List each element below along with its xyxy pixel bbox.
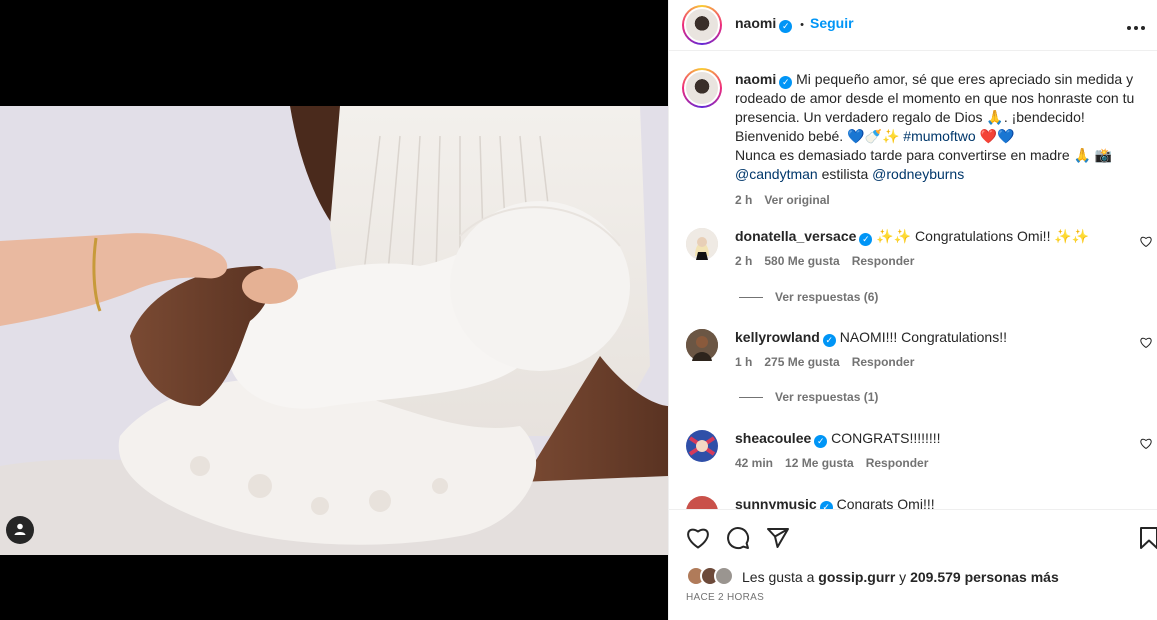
view-replies-1[interactable]: Ver respuestas (6) xyxy=(739,290,890,304)
comment-time: 42 min xyxy=(735,456,774,470)
comment-icon[interactable] xyxy=(724,524,752,552)
comment-likes[interactable]: 580 Me gusta xyxy=(764,254,839,268)
verified-badge-icon: ✓ xyxy=(779,20,793,33)
send-icon[interactable] xyxy=(764,524,792,552)
comment-text: NAOMI!!! Congratulations!! xyxy=(839,329,1007,345)
comment-avatar[interactable] xyxy=(686,228,718,260)
sparkles-emoji: ✨✨ xyxy=(876,228,912,244)
comment-item: sheacoulee ✓ CONGRATS!!!!!!!! 42 min 12 Me… xyxy=(735,430,1135,470)
post-actions: Les gusta a gossip.gurr y 209.579 person… xyxy=(669,509,1157,620)
likes-prefix: Les gusta a xyxy=(742,569,819,585)
verified-badge-icon: ✓ xyxy=(822,334,836,347)
replies-line xyxy=(739,297,763,299)
post-photo[interactable] xyxy=(0,106,668,555)
caption-text-2: . ¡bendecido! xyxy=(1003,109,1085,125)
verified-badge-icon: ✓ xyxy=(779,76,793,89)
comment-username[interactable]: kellyrowland xyxy=(735,329,820,345)
comment-text: Congrats Omi!!! xyxy=(836,496,935,509)
comment-likes[interactable]: 275 Me gusta xyxy=(764,355,839,369)
emoji-row: 💙🍼✨ xyxy=(847,128,900,144)
post-side-panel: naomi ✓ • Seguir naomi ✓ Mi pequeño amor, s… xyxy=(668,0,1157,620)
caption-time: 2 h xyxy=(735,193,753,207)
comment-text: Congratulations Omi!! xyxy=(911,228,1055,244)
verified-badge-icon: ✓ xyxy=(814,435,828,448)
separator-dot: • xyxy=(800,19,804,31)
likes-user[interactable]: gossip.gurr xyxy=(818,569,895,585)
comments-scroll[interactable]: naomi ✓ Mi pequeño amor, sé que eres apre… xyxy=(669,52,1157,509)
caption-avatar[interactable] xyxy=(682,68,722,108)
caption-username[interactable]: naomi xyxy=(735,71,776,87)
sparkles-emoji: ✨✨ xyxy=(1054,228,1090,244)
comment-text: CONGRATS!!!!!!!! xyxy=(831,430,941,446)
mention-link-1[interactable]: @candytman xyxy=(735,166,818,182)
post-media xyxy=(0,0,668,620)
verified-badge-icon: ✓ xyxy=(819,501,833,509)
view-replies-2[interactable]: Ver respuestas (1) xyxy=(739,390,890,404)
comment-item: kellyrowland ✓ NAOMI!!! Congratulations!!… xyxy=(735,329,1135,369)
user-tag-icon xyxy=(13,522,27,539)
replies-line xyxy=(739,397,763,399)
comment-item: donatella_versace ✓ ✨✨ Congratulations Om… xyxy=(735,228,1135,268)
reply-button[interactable]: Responder xyxy=(852,355,915,369)
post-header: naomi ✓ • Seguir xyxy=(669,0,1157,51)
author-avatar[interactable] xyxy=(682,5,722,45)
header-author: naomi ✓ • Seguir xyxy=(735,15,854,33)
view-replies-label[interactable]: Ver respuestas (6) xyxy=(775,290,878,304)
comment-meta: 42 min 12 Me gusta Responder xyxy=(735,456,1135,470)
caption-meta: 2 h Ver original xyxy=(735,191,1135,210)
comment-like-icon[interactable] xyxy=(1140,438,1152,452)
mention-link-2[interactable]: @rodneyburns xyxy=(872,166,964,182)
comment-meta: 1 h 275 Me gusta Responder xyxy=(735,355,1135,369)
more-horizontal-icon[interactable] xyxy=(1126,14,1146,37)
hearts-emoji: ❤️💙 xyxy=(979,128,1015,144)
likes-summary: Les gusta a gossip.gurr y 209.579 person… xyxy=(742,569,1059,585)
posted-time[interactable]: HACE 2 HORAS xyxy=(686,592,764,603)
comment-username[interactable]: sunnymusic xyxy=(735,496,817,509)
comment-like-icon[interactable] xyxy=(1140,337,1152,351)
caption-text-3: Bienvenido bebé. xyxy=(735,128,848,144)
caption: naomi ✓ Mi pequeño amor, sé que eres apre… xyxy=(735,70,1135,210)
bookmark-icon[interactable] xyxy=(1135,524,1157,552)
comment-avatar[interactable] xyxy=(686,329,718,361)
caption-text-4: Nunca es demasiado tarde para convertirs… xyxy=(735,147,1074,163)
liker-avatar[interactable] xyxy=(714,566,734,586)
author-username[interactable]: naomi xyxy=(735,15,776,31)
likes-count[interactable]: 209.579 personas más xyxy=(910,569,1059,585)
pray-emoji: 🙏 xyxy=(986,109,1004,125)
view-replies-label[interactable]: Ver respuestas (1) xyxy=(775,390,878,404)
follow-button[interactable]: Seguir xyxy=(810,15,854,31)
comment-like-icon[interactable] xyxy=(1140,236,1152,250)
comment-item: sunnymusic ✓ Congrats Omi!!! xyxy=(735,496,1135,509)
comment-avatar[interactable] xyxy=(686,496,718,509)
see-original-link[interactable]: Ver original xyxy=(764,193,829,207)
reply-button[interactable]: Responder xyxy=(866,456,929,470)
comment-meta: 2 h 580 Me gusta Responder xyxy=(735,254,1135,268)
reply-button[interactable]: Responder xyxy=(852,254,915,268)
likes-mid: y xyxy=(895,569,911,585)
verified-badge-icon: ✓ xyxy=(859,233,873,246)
comment-likes[interactable]: 12 Me gusta xyxy=(785,456,854,470)
caption-mid-word: estilista xyxy=(817,166,873,182)
heart-icon[interactable] xyxy=(684,524,712,552)
comment-avatar[interactable] xyxy=(686,430,718,462)
comment-time: 2 h xyxy=(735,254,753,268)
hashtag-link[interactable]: #mumoftwo xyxy=(903,128,975,144)
comment-username[interactable]: donatella_versace xyxy=(735,228,856,244)
end-emoji: 🙏 📸 xyxy=(1073,147,1113,163)
tagged-users-button[interactable] xyxy=(6,516,34,544)
comment-username[interactable]: sheacoulee xyxy=(735,430,811,446)
comment-time: 1 h xyxy=(735,355,753,369)
photo-illustration xyxy=(0,106,668,555)
